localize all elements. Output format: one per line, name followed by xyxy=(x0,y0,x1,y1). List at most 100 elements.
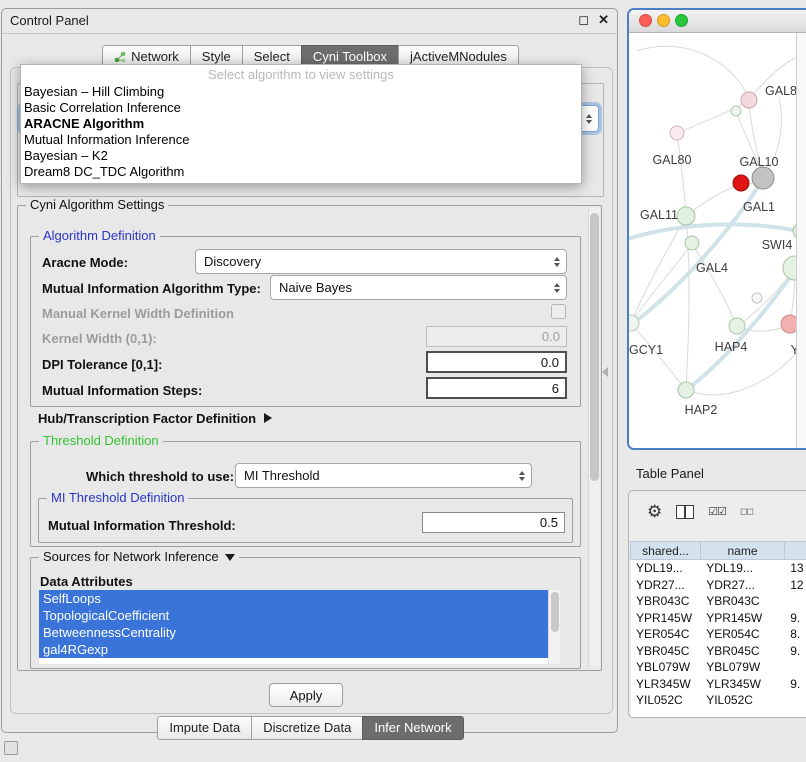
minimized-panel-icon[interactable] xyxy=(4,741,18,755)
node-label: GAL10 xyxy=(740,155,779,169)
table-cell: YBR045C xyxy=(701,643,785,660)
tab-infer-network[interactable]: Infer Network xyxy=(362,716,463,740)
network-node[interactable] xyxy=(629,315,639,331)
network-node[interactable] xyxy=(685,236,699,250)
network-node[interactable] xyxy=(729,318,745,334)
float-window-icon[interactable]: ◻ xyxy=(578,12,589,28)
network-node[interactable] xyxy=(731,106,741,116)
table-cell: YIL052C xyxy=(631,692,701,709)
column-header[interactable] xyxy=(784,541,806,560)
settings-scrollbar[interactable] xyxy=(588,207,600,666)
table-cell: YPR145W xyxy=(631,610,701,627)
table-row[interactable]: YBR045CYBR045C9. xyxy=(631,643,806,660)
table-row[interactable]: YPR145WYPR145W9. xyxy=(631,610,806,627)
gear-icon[interactable]: ⚙ xyxy=(647,503,662,520)
table-cell: 9. xyxy=(785,676,806,693)
data-attribute-item[interactable]: SelfLoops xyxy=(39,590,548,607)
tab-impute-data[interactable]: Impute Data xyxy=(157,716,252,740)
network-node[interactable] xyxy=(752,167,774,189)
control-panel-title: Control Panel xyxy=(10,13,89,28)
data-attribute-item[interactable]: gal4RGexp xyxy=(39,641,548,658)
which-threshold-combo[interactable]: MI Threshold xyxy=(235,463,532,488)
network-node[interactable] xyxy=(741,92,757,108)
table-row[interactable]: YLR345WYLR345W9. xyxy=(631,676,806,693)
apply-button[interactable]: Apply xyxy=(269,683,343,707)
network-node[interactable] xyxy=(677,207,695,225)
aracne-mode-value: Discovery xyxy=(204,254,261,269)
tab-label: Infer Network xyxy=(374,720,451,735)
table-row[interactable]: YDL19...YDL19...13 xyxy=(631,560,806,577)
mi-algorithm-type-value: Naive Bayes xyxy=(279,280,352,295)
table-row[interactable]: YBL079WYBL079W xyxy=(631,659,806,676)
table-cell: YER054C xyxy=(701,626,785,643)
select-columns-icon[interactable]: ☑☑ xyxy=(708,505,726,518)
zoom-window-icon[interactable] xyxy=(675,14,688,27)
network-canvas[interactable]: GAL8GAL80GAL10GAL1GAL11SWI4GAL4GCY1HAP4H… xyxy=(629,33,806,449)
network-node[interactable] xyxy=(752,293,762,303)
algorithm-option[interactable]: ARACNE Algorithm xyxy=(21,116,581,132)
kernel-width-field[interactable]: 0.0 xyxy=(426,326,567,347)
table-row[interactable]: YIL052CYIL052C xyxy=(631,692,806,709)
network-node[interactable] xyxy=(678,382,694,398)
table-cell: YBL079W xyxy=(701,659,785,676)
attributes-list-scrollbar[interactable] xyxy=(548,590,560,664)
table-panel-title: Table Panel xyxy=(636,466,704,481)
algorithm-option[interactable]: Mutual Information Inference xyxy=(21,132,581,148)
algorithm-definition-title: Algorithm Definition xyxy=(39,228,160,243)
table-cell: 9. xyxy=(785,643,806,660)
table-row[interactable]: YDR27...YDR27...12 xyxy=(631,577,806,594)
combo-arrows-icon xyxy=(519,471,525,481)
network-node[interactable] xyxy=(670,126,684,140)
table-cell: YDL19... xyxy=(701,560,785,577)
data-attribute-item[interactable]: BetweennessCentrality xyxy=(39,624,548,641)
algorithm-option[interactable]: Bayesian – Hill Climbing xyxy=(21,84,581,100)
network-vertical-scrollbar[interactable] xyxy=(796,33,806,449)
network-view-window: GAL8GAL80GAL10GAL1GAL11SWI4GAL4GCY1HAP4H… xyxy=(627,8,806,450)
table-row[interactable]: YER054CYER054C8. xyxy=(631,626,806,643)
attributes-scrollbar-thumb[interactable] xyxy=(551,592,559,632)
data-attribute-item[interactable]: TopologicalCoefficient xyxy=(39,607,548,624)
table-cell: YDR27... xyxy=(701,577,785,594)
manual-kernel-width-label: Manual Kernel Width Definition xyxy=(42,306,234,321)
close-window-icon[interactable] xyxy=(639,14,652,27)
settings-scrollbar-thumb[interactable] xyxy=(590,213,599,481)
dpi-tolerance-field[interactable]: 0.0 xyxy=(426,351,567,373)
close-window-icon[interactable]: ✕ xyxy=(598,12,609,28)
sources-group-title[interactable]: Sources for Network Inference xyxy=(39,549,239,564)
splitter-collapse-icon[interactable] xyxy=(602,367,608,377)
column-header[interactable]: name xyxy=(700,541,785,560)
tab-label: Discretize Data xyxy=(263,720,351,735)
table-cell: YBL079W xyxy=(631,659,701,676)
mi-steps-field[interactable]: 6 xyxy=(426,377,567,399)
table-cell: YLR345W xyxy=(701,676,785,693)
table-cell xyxy=(785,692,806,709)
table-row[interactable]: YBR043CYBR043C xyxy=(631,593,806,610)
algorithm-option[interactable]: Basic Correlation Inference xyxy=(21,100,581,116)
which-threshold-value: MI Threshold xyxy=(244,468,320,483)
node-label: HAP4 xyxy=(715,340,748,354)
minimize-window-icon[interactable] xyxy=(657,14,670,27)
new-column-icon[interactable]: ◻◻ xyxy=(740,506,753,517)
columns-icon[interactable] xyxy=(676,505,694,519)
mi-algorithm-type-combo[interactable]: Naive Bayes xyxy=(270,275,567,300)
table-cell: 13 xyxy=(785,560,806,577)
network-node[interactable] xyxy=(733,175,749,191)
node-label: GCY1 xyxy=(629,343,663,357)
mi-steps-label: Mutual Information Steps: xyxy=(42,383,202,398)
table-body: YDL19...YDL19...13YDR27...YDR27...12YBR0… xyxy=(631,560,806,709)
algorithm-option[interactable]: Dream8 DC_TDC Algorithm xyxy=(21,164,581,180)
table-cell: YIL052C xyxy=(701,692,785,709)
manual-kernel-width-checkbox[interactable] xyxy=(551,304,566,319)
table-header-row: shared...name xyxy=(631,541,806,560)
control-panel-window: Control Panel ◻ ✕ NetworkStyleSelectCyni… xyxy=(1,8,618,733)
algorithm-option[interactable]: Bayesian – K2 xyxy=(21,148,581,164)
combo-arrows-icon xyxy=(554,283,560,293)
tab-discretize-data[interactable]: Discretize Data xyxy=(251,716,363,740)
tab-label: jActiveMNodules xyxy=(410,49,507,64)
hub-definition-expander[interactable]: Hub/Transcription Factor Definition xyxy=(38,411,272,426)
mi-threshold-field[interactable]: 0.5 xyxy=(422,512,565,533)
column-header[interactable]: shared... xyxy=(630,541,701,560)
aracne-mode-label: Aracne Mode: xyxy=(42,255,128,270)
data-attributes-label: Data Attributes xyxy=(40,574,133,589)
aracne-mode-combo[interactable]: Discovery xyxy=(195,249,567,274)
